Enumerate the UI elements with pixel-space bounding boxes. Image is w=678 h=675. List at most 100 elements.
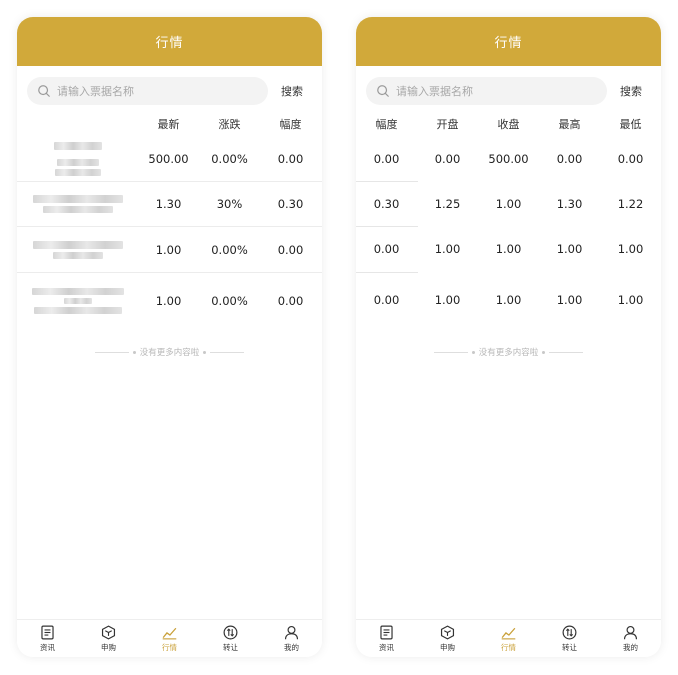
table-row[interactable]: 0.00 1.00 1.00 1.00 1.00 [356, 226, 661, 272]
header-change: 涨跌 [218, 118, 241, 131]
change-value: 0.00% [211, 152, 248, 166]
table-row[interactable]: 1.00 0.00% 0.00 [17, 272, 322, 328]
close-value: 1.00 [495, 242, 522, 256]
tab-label: 申购 [101, 643, 116, 652]
amplitude-value: 0.00 [373, 293, 400, 307]
user-icon [284, 625, 299, 640]
no-more-content: 没有更多内容啦 [356, 346, 661, 358]
bottom-tab-bar: 资讯 申购 行情 转让 我的 [356, 619, 661, 657]
ticket-name-redacted [17, 142, 138, 176]
tab-subscribe[interactable]: 申购 [417, 620, 478, 657]
search-input[interactable]: 请输入票据名称 [366, 77, 607, 105]
amplitude-value: 0.30 [277, 197, 304, 211]
ticket-name-redacted [17, 195, 138, 213]
open-value: 0.00 [434, 152, 461, 166]
row-divider [356, 226, 418, 227]
latest-value: 1.00 [155, 242, 182, 257]
quote-table: 最新 涨跌 幅度 500.00 0.00% 0.00 1.30 30% 0.30… [17, 111, 322, 328]
chart-line-icon [162, 627, 177, 640]
quote-table-scrolled[interactable]: 幅度 开盘 收盘 最高 最低 0.00 0.00 500.00 0.00 0.0… [356, 111, 661, 328]
tab-mine[interactable]: 我的 [600, 620, 661, 657]
table-row[interactable]: 500.00 0.00% 0.00 [17, 137, 322, 181]
tab-label: 资讯 [379, 643, 394, 652]
tab-label: 行情 [162, 643, 177, 652]
tab-transfer[interactable]: 转让 [200, 620, 261, 657]
change-value: 30% [216, 197, 243, 211]
table-header: 幅度 开盘 收盘 最高 最低 [356, 111, 661, 137]
header-open: 开盘 [436, 118, 459, 131]
search-bar: 请输入票据名称 搜索 [17, 71, 322, 111]
tab-label: 我的 [623, 643, 638, 652]
ticket-name-redacted [17, 287, 138, 314]
news-icon [380, 625, 393, 640]
high-value: 0.00 [556, 152, 583, 166]
high-value: 1.00 [556, 242, 583, 256]
header-amplitude: 幅度 [375, 118, 398, 131]
header-amplitude: 幅度 [279, 118, 302, 131]
latest-value: 1.30 [155, 197, 182, 211]
market-screen-right: 行情 请输入票据名称 搜索 幅度 开盘 收盘 最高 最低 0.00 0.00 5… [356, 17, 661, 657]
header-close: 收盘 [497, 118, 520, 131]
change-value: 0.00% [211, 242, 248, 257]
news-icon [41, 625, 54, 640]
stage: 行情 请输入票据名称 搜索 最新 涨跌 幅度 500.00 0.00% 0.00… [0, 0, 678, 675]
search-button[interactable]: 搜索 [272, 83, 312, 99]
high-value: 1.30 [556, 196, 583, 211]
no-more-content: 没有更多内容啦 [17, 346, 322, 358]
table-row[interactable]: 0.00 0.00 500.00 0.00 0.00 [356, 137, 661, 181]
table-header: 最新 涨跌 幅度 [17, 111, 322, 137]
tab-label: 资讯 [40, 643, 55, 652]
tab-label: 申购 [440, 643, 455, 652]
chart-line-icon [501, 627, 516, 640]
search-bar: 请输入票据名称 搜索 [356, 71, 661, 111]
header-latest: 最新 [157, 118, 180, 131]
high-value: 1.00 [556, 293, 583, 307]
change-value: 0.00% [211, 293, 248, 308]
tab-label: 我的 [284, 643, 299, 652]
page-title: 行情 [356, 17, 661, 66]
amplitude-value: 0.30 [373, 196, 400, 211]
tab-label: 转让 [223, 643, 238, 652]
table-row[interactable]: 1.00 0.00% 0.00 [17, 226, 322, 272]
tab-label: 行情 [501, 643, 516, 652]
tab-mine[interactable]: 我的 [261, 620, 322, 657]
tab-subscribe[interactable]: 申购 [78, 620, 139, 657]
row-divider [356, 272, 418, 273]
search-icon [377, 85, 389, 97]
search-button[interactable]: 搜索 [611, 83, 651, 99]
table-row[interactable]: 1.30 30% 0.30 [17, 181, 322, 226]
search-input[interactable]: 请输入票据名称 [27, 77, 268, 105]
tab-label: 转让 [562, 643, 577, 652]
close-value: 1.00 [495, 293, 522, 307]
amplitude-value: 0.00 [373, 152, 400, 166]
tab-news[interactable]: 资讯 [356, 620, 417, 657]
bottom-tab-bar: 资讯 申购 行情 转让 我的 [17, 619, 322, 657]
table-row[interactable]: 0.00 1.00 1.00 1.00 1.00 [356, 272, 661, 328]
latest-value: 500.00 [148, 152, 189, 166]
open-value: 1.00 [434, 293, 461, 307]
table-row[interactable]: 0.30 1.25 1.00 1.30 1.22 [356, 181, 661, 226]
tab-market[interactable]: 行情 [478, 620, 539, 657]
close-value: 500.00 [488, 152, 529, 166]
row-divider [356, 181, 418, 182]
no-more-text: 没有更多内容啦 [139, 348, 200, 358]
close-value: 1.00 [495, 196, 522, 211]
amplitude-value: 0.00 [277, 242, 304, 257]
cube-icon [440, 625, 455, 640]
cube-icon [101, 625, 116, 640]
header-low: 最低 [619, 118, 642, 131]
low-value: 1.00 [617, 242, 644, 256]
low-value: 1.22 [617, 196, 644, 211]
no-more-text: 没有更多内容啦 [478, 348, 539, 358]
low-value: 1.00 [617, 293, 644, 307]
low-value: 0.00 [617, 152, 644, 166]
amplitude-value: 0.00 [373, 242, 400, 256]
search-placeholder: 请输入票据名称 [57, 85, 134, 98]
latest-value: 1.00 [155, 293, 182, 308]
tab-transfer[interactable]: 转让 [539, 620, 600, 657]
search-placeholder: 请输入票据名称 [396, 85, 473, 98]
header-high: 最高 [558, 118, 581, 131]
open-value: 1.25 [434, 196, 461, 211]
tab-market[interactable]: 行情 [139, 620, 200, 657]
tab-news[interactable]: 资讯 [17, 620, 78, 657]
